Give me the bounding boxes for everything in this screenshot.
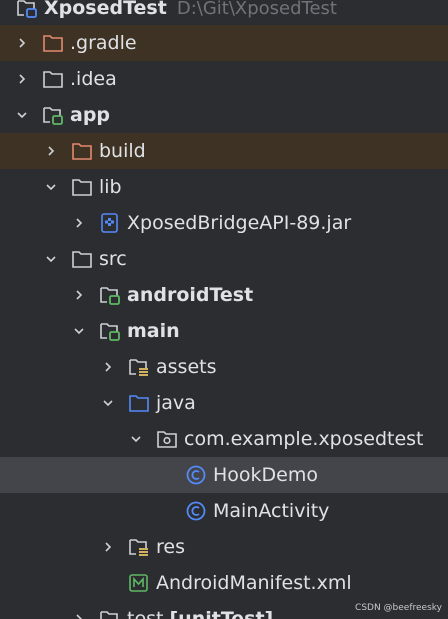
tree-row-build[interactable]: build (0, 133, 448, 169)
tree-item-label: main (127, 320, 180, 342)
tree-row-jar[interactable]: XposedBridgeAPI-89.jar (0, 205, 448, 241)
chevron-down-icon[interactable] (14, 107, 30, 123)
chevron-right-icon[interactable] (14, 71, 30, 87)
tree-row-hookdemo[interactable]: HookDemo (0, 457, 448, 493)
project-name: XposedTest (44, 0, 167, 19)
chevron-right-icon[interactable] (100, 359, 116, 375)
tree-row-assets[interactable]: assets (0, 349, 448, 385)
tree-item-label: HookDemo (213, 464, 318, 486)
tree-row-main[interactable]: main (0, 313, 448, 349)
test-folder-icon (99, 608, 121, 619)
tree-row-manifest[interactable]: AndroidManifest.xml (0, 565, 448, 601)
chevron-right-icon[interactable] (71, 611, 87, 619)
tree-item-label: com.example.xposedtest (184, 428, 424, 450)
chevron-down-icon[interactable] (43, 179, 59, 195)
tree-item-label: test (127, 608, 164, 619)
tree-row-gradle[interactable]: .gradle (0, 25, 448, 61)
tree-row-lib[interactable]: lib (0, 169, 448, 205)
tree-item-label: app (70, 104, 111, 126)
tree-item-label: XposedBridgeAPI-89.jar (127, 212, 352, 234)
resource-folder-icon (128, 536, 150, 558)
tree-item-label: assets (156, 356, 217, 378)
tree-item-label: .idea (70, 68, 117, 90)
tree-row-src[interactable]: src (0, 241, 448, 277)
tree-row-idea[interactable]: .idea (0, 61, 448, 97)
tree-row-package[interactable]: com.example.xposedtest (0, 421, 448, 457)
project-tree: XposedTest D:\Git\XposedTest .gradle .id… (0, 0, 448, 619)
resource-folder-icon (128, 356, 150, 378)
class-icon (185, 464, 207, 486)
folder-icon (71, 176, 93, 198)
chevron-right-icon[interactable] (14, 35, 30, 51)
project-module-folder-icon (16, 0, 38, 19)
package-icon (156, 428, 178, 450)
tree-item-label: MainActivity (213, 500, 330, 522)
tree-item-label: .gradle (70, 32, 137, 54)
tree-item-label: src (99, 248, 127, 270)
chevron-down-icon[interactable] (43, 251, 59, 267)
folder-icon (42, 68, 64, 90)
tree-item-label: build (99, 140, 146, 162)
manifest-file-icon (128, 572, 150, 594)
tree-item-label: AndroidManifest.xml (156, 572, 352, 594)
chevron-right-icon[interactable] (100, 539, 116, 555)
chevron-right-icon[interactable] (71, 287, 87, 303)
module-folder-icon (99, 320, 121, 342)
tree-row-mainactivity[interactable]: MainActivity (0, 493, 448, 529)
module-folder-icon (99, 284, 121, 306)
folder-icon (71, 248, 93, 270)
chevron-down-icon[interactable] (71, 323, 87, 339)
tree-row-androidtest[interactable]: androidTest (0, 277, 448, 313)
excluded-folder-icon (71, 140, 93, 162)
jar-file-icon (99, 212, 121, 234)
chevron-right-icon[interactable] (71, 215, 87, 231)
module-folder-icon (42, 104, 64, 126)
chevron-down-icon[interactable] (100, 395, 116, 411)
source-folder-icon (128, 392, 150, 414)
chevron-down-icon[interactable] (128, 431, 144, 447)
chevron-right-icon[interactable] (43, 143, 59, 159)
class-icon (185, 500, 207, 522)
tree-item-label: androidTest (127, 284, 254, 306)
tree-item-qualifier: [unitTest] (169, 608, 274, 619)
tree-row-project[interactable]: XposedTest D:\Git\XposedTest (0, 0, 448, 26)
tree-item-label: res (156, 536, 185, 558)
tree-item-label: lib (99, 176, 122, 198)
excluded-folder-icon (42, 32, 64, 54)
tree-item-label: java (156, 392, 196, 414)
tree-row-java[interactable]: java (0, 385, 448, 421)
watermark: CSDN @beefreesky (355, 603, 442, 613)
project-path: D:\Git\XposedTest (176, 0, 337, 19)
tree-row-app[interactable]: app (0, 97, 448, 133)
tree-row-res[interactable]: res (0, 529, 448, 565)
